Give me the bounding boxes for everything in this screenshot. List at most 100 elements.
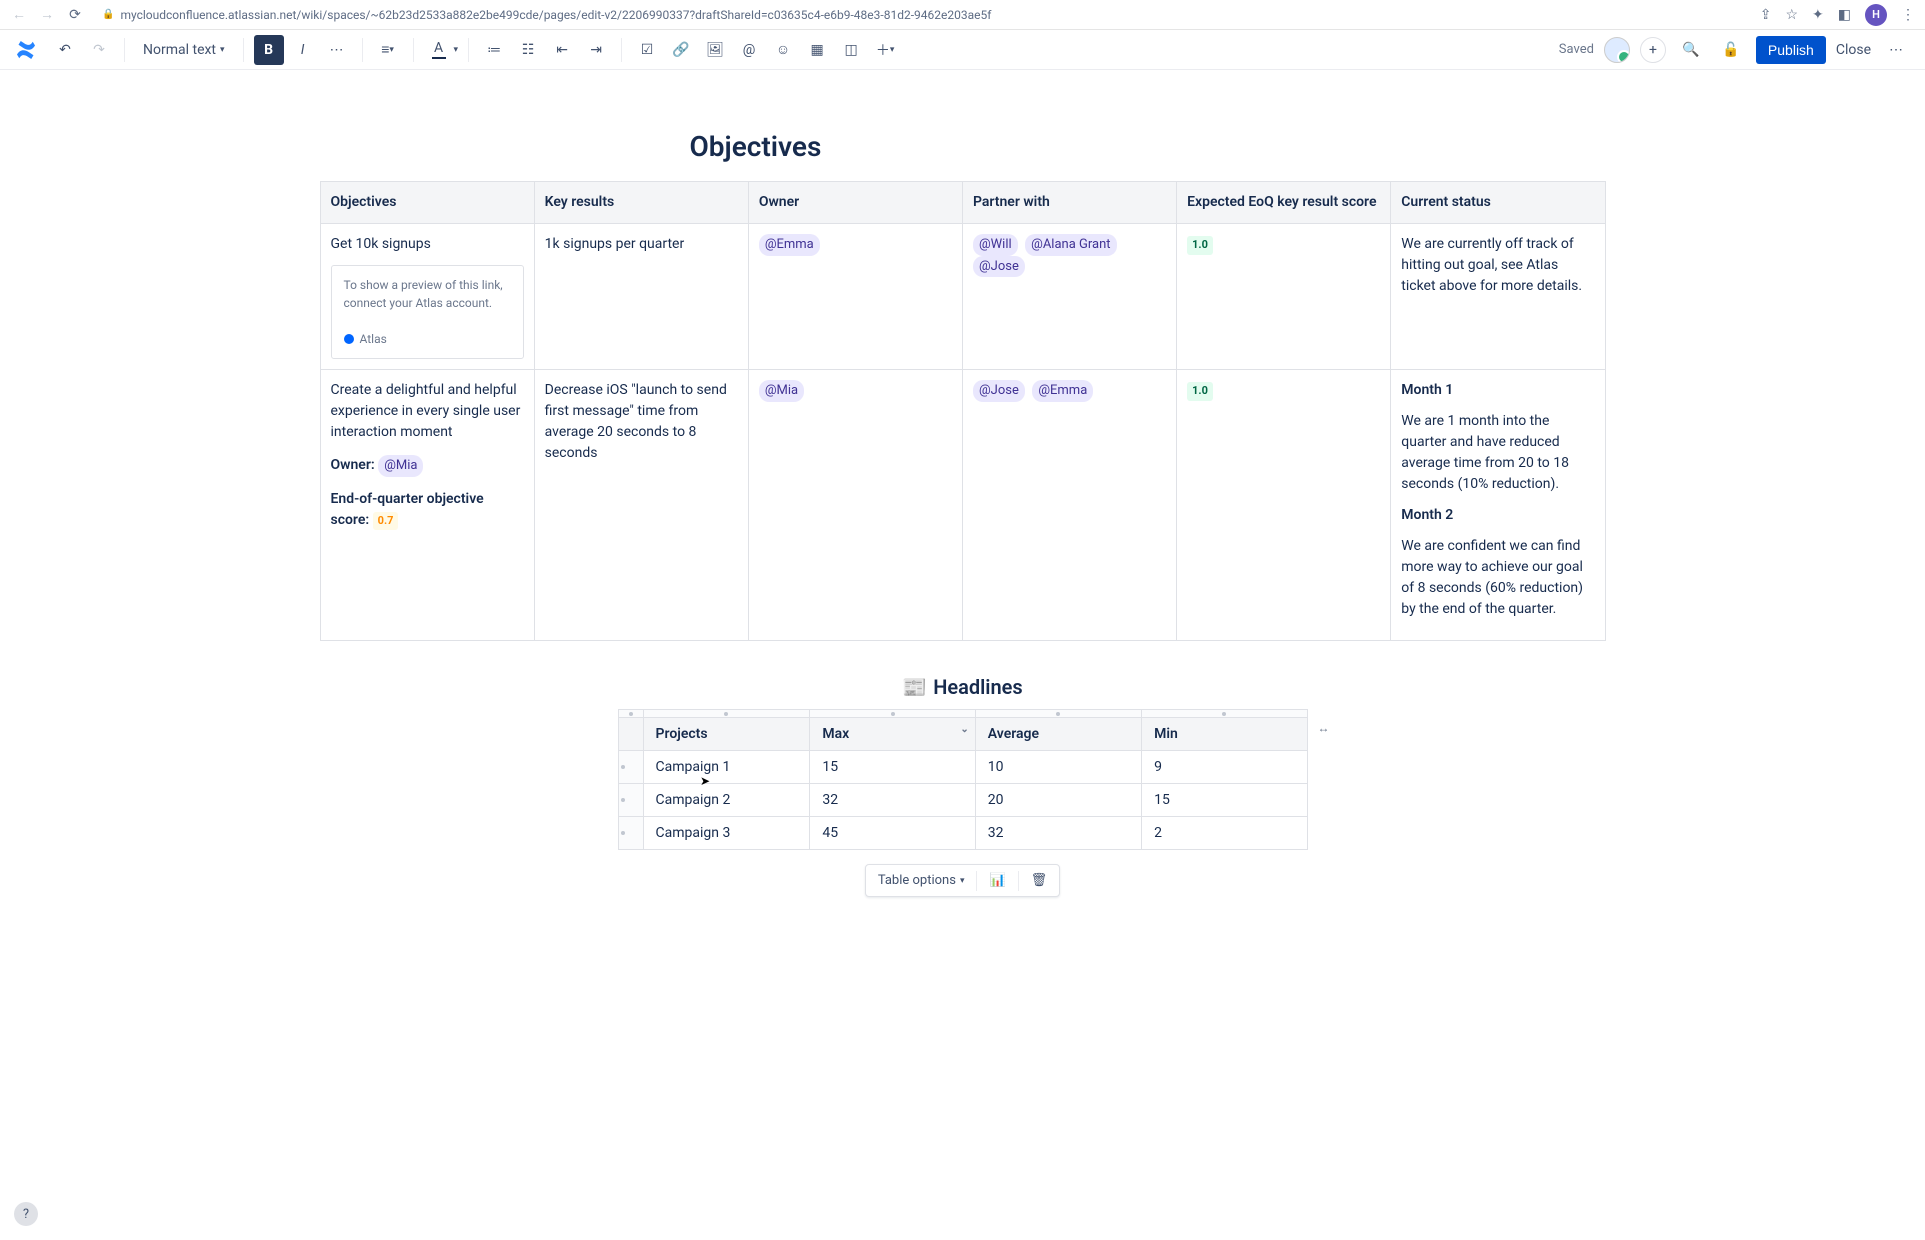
cell-avg[interactable]: 32 <box>975 817 1141 850</box>
cell-max[interactable]: 45 <box>810 817 975 850</box>
atlas-smartlink[interactable]: To show a preview of this link, connect … <box>331 265 524 359</box>
align-button[interactable]: ≡ ▾ <box>373 35 403 65</box>
text-style-select[interactable]: Normal text ▾ <box>135 35 233 65</box>
chevron-down-icon[interactable]: ▾ <box>454 45 459 55</box>
numbered-list-icon[interactable]: ☷ <box>513 35 543 65</box>
owner-cell[interactable]: @Emma <box>748 224 962 370</box>
cell-min[interactable]: 2 <box>1142 817 1307 850</box>
redo-icon[interactable]: ↷ <box>84 35 114 65</box>
layouts-icon[interactable]: ◫ <box>836 35 866 65</box>
undo-icon[interactable]: ↶ <box>50 35 80 65</box>
objective-text[interactable]: Get 10k signups <box>331 234 524 255</box>
partner-cell[interactable]: @Will @Alana Grant @Jose <box>962 224 1176 370</box>
reload-icon[interactable]: ⟳ <box>66 6 84 24</box>
cell-project[interactable]: Campaign 3 <box>643 817 810 850</box>
status-cell[interactable]: Month 1 We are 1 month into the quarter … <box>1391 370 1605 641</box>
browser-menu-icon[interactable]: ⋮ <box>1901 7 1915 23</box>
restrictions-icon[interactable]: 🔓 <box>1716 35 1746 65</box>
owner-cell[interactable]: @Mia <box>748 370 962 641</box>
partner-cell[interactable]: @Jose @Emma <box>962 370 1176 641</box>
table-row[interactable]: Campaign 3 45 32 2 <box>618 817 1307 850</box>
table-row[interactable]: Campaign 2 32 20 15 <box>618 784 1307 817</box>
row-handle[interactable] <box>618 817 643 850</box>
status-cell[interactable]: We are currently off track of hitting ou… <box>1391 224 1605 370</box>
text-color-button[interactable]: A <box>424 35 454 65</box>
mention[interactable]: @Jose <box>973 256 1025 278</box>
help-button[interactable]: ? <box>14 1202 38 1226</box>
find-icon[interactable]: 🔍 <box>1676 35 1706 65</box>
image-icon[interactable]: 🖼 <box>700 35 730 65</box>
cell-project[interactable]: Campaign 1 <box>643 751 810 784</box>
col-owner[interactable]: Owner <box>748 182 962 224</box>
more-actions-icon[interactable]: ⋯ <box>1881 35 1911 65</box>
col-status[interactable]: Current status <box>1391 182 1605 224</box>
headlines-heading[interactable]: 📰 Headlines <box>902 675 1022 699</box>
delete-table-icon[interactable]: 🗑 <box>1025 869 1054 892</box>
table-row[interactable]: Campaign 1 15 10 9 <box>618 751 1307 784</box>
cell-avg[interactable]: 20 <box>975 784 1141 817</box>
sort-chevron-icon[interactable]: ⌄ <box>960 724 968 735</box>
col-average[interactable]: Average <box>975 718 1141 751</box>
forward-icon[interactable]: → <box>38 6 56 24</box>
link-icon[interactable]: 🔗 <box>666 35 696 65</box>
key-result-cell[interactable]: Decrease iOS "launch to send first messa… <box>534 370 748 641</box>
emoji-icon[interactable]: ☺ <box>768 35 798 65</box>
close-button[interactable]: Close <box>1836 42 1871 58</box>
cell-max[interactable]: 15 <box>810 751 975 784</box>
italic-button[interactable]: I <box>288 35 318 65</box>
cell-min[interactable]: 9 <box>1142 751 1307 784</box>
mention[interactable]: @Mia <box>759 380 804 402</box>
browser-avatar[interactable]: H <box>1865 4 1887 26</box>
mention[interactable]: @Emma <box>759 234 820 256</box>
cell-avg[interactable]: 10 <box>975 751 1141 784</box>
score-cell[interactable]: 1.0 <box>1177 224 1391 370</box>
row-handle[interactable] <box>618 751 643 784</box>
score-cell[interactable]: 1.0 <box>1177 370 1391 641</box>
col-key-results[interactable]: Key results <box>534 182 748 224</box>
indent-icon[interactable]: ⇥ <box>581 35 611 65</box>
share-icon[interactable]: ⇪ <box>1760 7 1772 23</box>
chart-icon[interactable]: 📊 <box>983 869 1011 892</box>
cell-min[interactable]: 15 <box>1142 784 1307 817</box>
publish-button[interactable]: Publish <box>1756 36 1826 64</box>
mention-icon[interactable]: @ <box>734 35 764 65</box>
col-max[interactable]: Max ⌄ <box>810 718 975 751</box>
cell-project[interactable]: Campaign 2 <box>643 784 810 817</box>
sidepanel-icon[interactable]: ◧ <box>1838 7 1851 23</box>
col-score[interactable]: Expected EoQ key result score <box>1177 182 1391 224</box>
objectives-table[interactable]: Objectives Key results Owner Partner wit… <box>320 181 1606 641</box>
table-icon[interactable]: ▦ <box>802 35 832 65</box>
col-projects[interactable]: Projects <box>643 718 810 751</box>
mention[interactable]: @Mia <box>378 455 423 477</box>
bold-button[interactable]: B <box>254 35 284 65</box>
headlines-table[interactable]: Projects Max ⌄ Average Min Campaign 1 15… <box>618 709 1308 850</box>
mention[interactable]: @Jose <box>973 380 1025 402</box>
key-result-cell[interactable]: 1k signups per quarter <box>534 224 748 370</box>
column-handles[interactable] <box>618 710 1307 718</box>
col-partner[interactable]: Partner with <box>962 182 1176 224</box>
confluence-logo-icon[interactable] <box>14 38 38 62</box>
mention[interactable]: @Alana Grant <box>1025 234 1116 256</box>
objective-text[interactable]: Create a delightful and helpful experien… <box>331 380 524 443</box>
mention[interactable]: @Will <box>973 234 1018 256</box>
col-objectives[interactable]: Objectives <box>320 182 534 224</box>
row-handle-corner[interactable] <box>618 718 643 751</box>
url-bar[interactable]: 🔒 mycloudconfluence.atlassian.net/wiki/s… <box>94 8 1750 22</box>
bookmark-icon[interactable]: ☆ <box>1785 7 1798 23</box>
table-row[interactable]: Get 10k signups To show a preview of thi… <box>320 224 1605 370</box>
add-collaborator-button[interactable]: + <box>1640 37 1666 63</box>
row-handle[interactable] <box>618 784 643 817</box>
outdent-icon[interactable]: ⇤ <box>547 35 577 65</box>
collab-avatar[interactable] <box>1604 37 1630 63</box>
mention[interactable]: @Emma <box>1032 380 1093 402</box>
page-title[interactable]: Objectives <box>690 130 1606 163</box>
more-formatting-icon[interactable]: ⋯ <box>322 35 352 65</box>
table-resize-handle[interactable]: ↔ <box>1318 721 1330 735</box>
col-min[interactable]: Min <box>1142 718 1307 751</box>
back-icon[interactable]: ← <box>10 6 28 24</box>
insert-icon[interactable]: ＋▾ <box>870 35 900 65</box>
bullet-list-icon[interactable]: ≔ <box>479 35 509 65</box>
cell-max[interactable]: 32 <box>810 784 975 817</box>
extensions-icon[interactable]: ✦ <box>1812 7 1824 23</box>
action-item-icon[interactable]: ☑ <box>632 35 662 65</box>
